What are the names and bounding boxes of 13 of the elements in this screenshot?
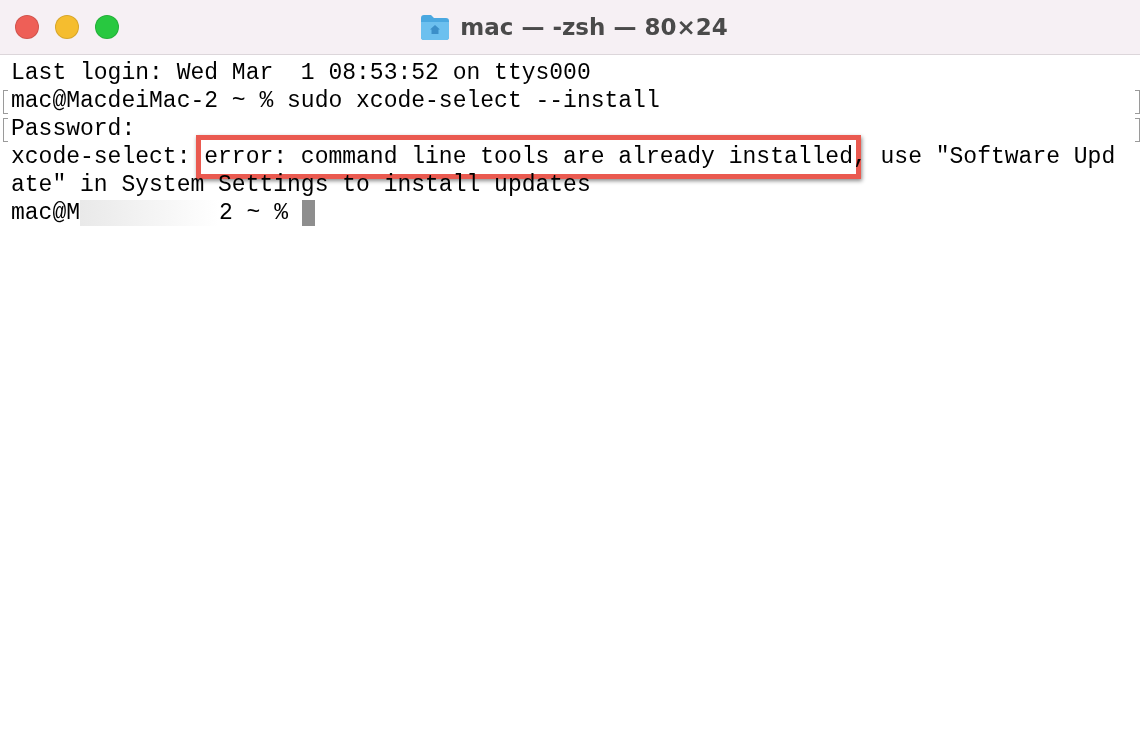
terminal-text: , use "Software Upd [852, 143, 1116, 171]
terminal-text: Password: [11, 115, 136, 143]
terminal-text: mac@M [11, 199, 80, 227]
terminal-text: 2 ~ % [219, 199, 289, 227]
terminal-text: mac@MacdeiMac-2 ~ % sudo xcode-select --install [11, 87, 660, 115]
terminal-text: Last login: Wed Mar 1 08:53:52 on ttys000 [11, 59, 591, 87]
minimize-button[interactable] [55, 15, 79, 39]
terminal-text: xcode-select: [11, 143, 192, 171]
zoom-button[interactable] [95, 15, 119, 39]
folder-icon [420, 14, 451, 40]
terminal-text: ate" in System Settings to install updates [11, 171, 591, 199]
window-title: mac — -zsh — 80×24 [460, 14, 728, 40]
close-button[interactable] [15, 15, 39, 39]
